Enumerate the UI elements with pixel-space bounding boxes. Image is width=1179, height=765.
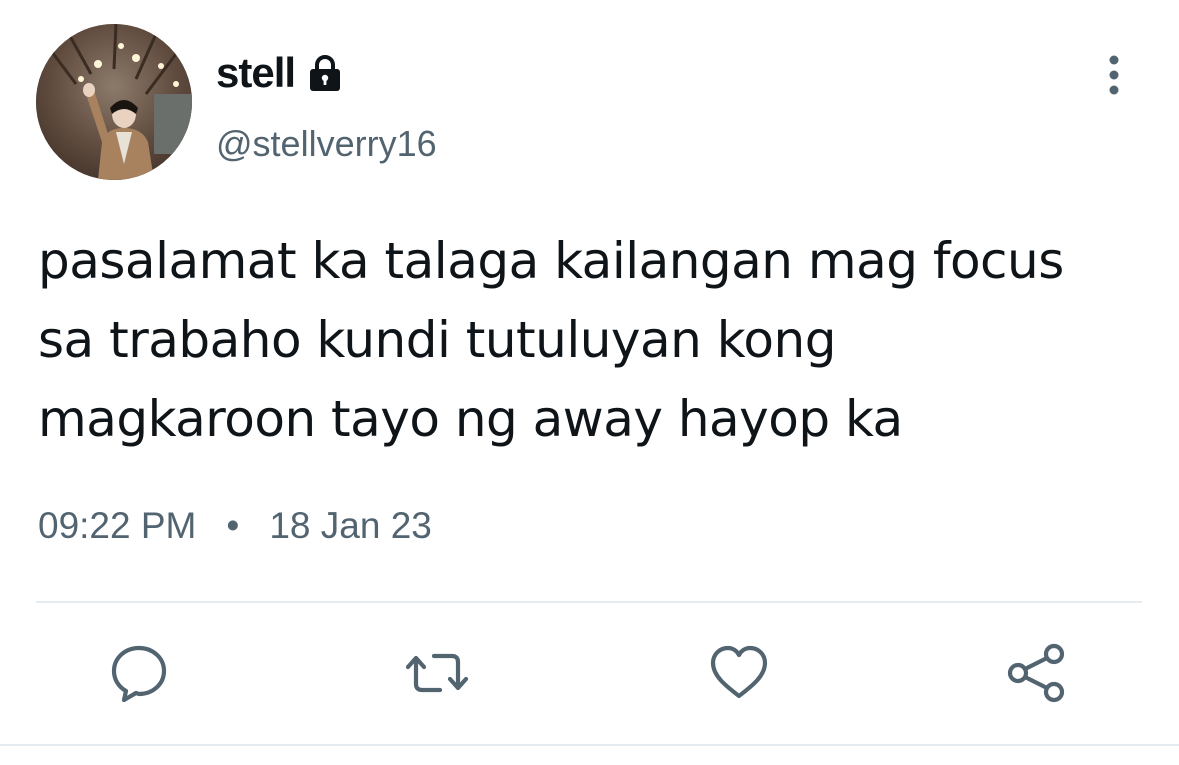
tweet-text: pasalamat ka talaga kailangan mag focus … <box>38 232 1064 448</box>
retweet-icon <box>405 653 469 693</box>
heart-icon <box>710 645 768 699</box>
separator-dot: • <box>226 505 240 546</box>
author-name-row: stell <box>216 46 345 100</box>
retweet-button[interactable] <box>404 640 470 706</box>
lock-icon <box>305 53 345 93</box>
more-vertical-icon[interactable] <box>1092 50 1136 106</box>
share-button[interactable] <box>1004 640 1070 706</box>
like-button[interactable] <box>706 640 772 706</box>
tweet-time: 09:22 PM <box>38 505 197 546</box>
author-handle[interactable]: @stellverry16 <box>216 120 437 168</box>
divider <box>0 744 1179 746</box>
avatar-image <box>36 24 192 180</box>
tweet-date: 18 Jan 23 <box>269 505 432 546</box>
tweet-timestamp[interactable]: 09:22 PM • 18 Jan 23 <box>38 498 432 554</box>
divider <box>36 601 1142 603</box>
avatar[interactable] <box>36 24 192 180</box>
reply-icon <box>111 645 167 703</box>
share-icon <box>1007 643 1065 703</box>
tweet-card: stell @stellverry16 pasalamat ka talaga … <box>0 0 1179 765</box>
reply-button[interactable] <box>106 640 172 706</box>
display-name[interactable]: stell <box>216 46 296 100</box>
